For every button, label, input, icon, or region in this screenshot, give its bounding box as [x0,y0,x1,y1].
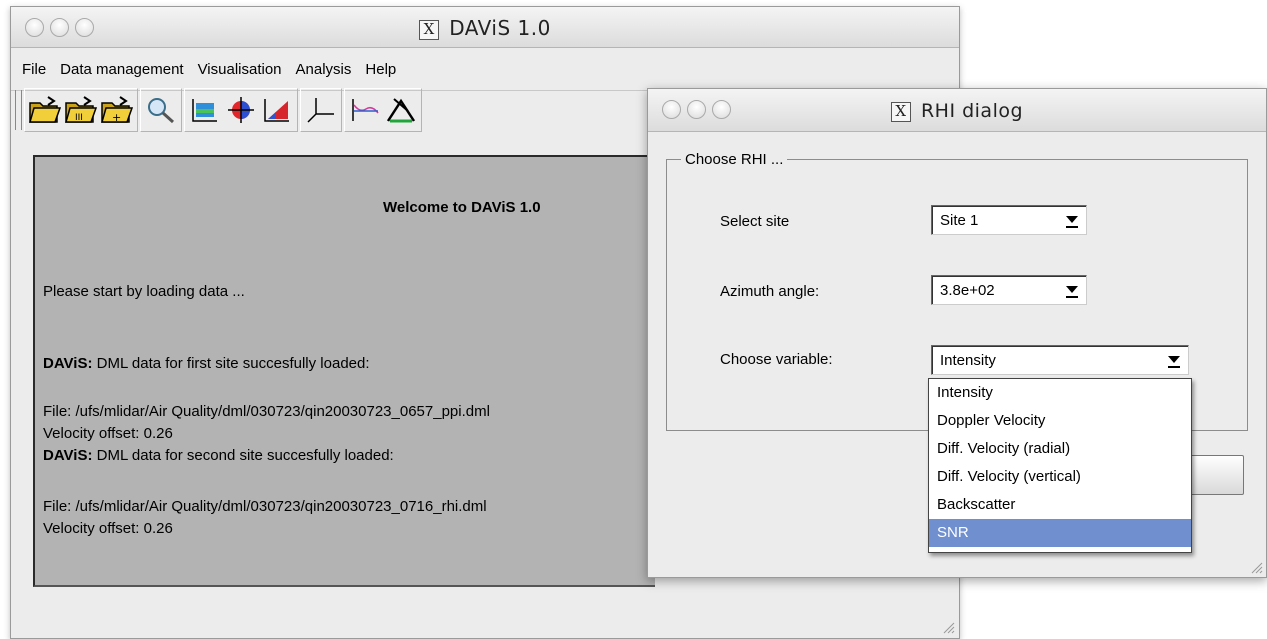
svg-text:III: III [75,113,83,123]
crosshair-icon [228,97,254,123]
option-snr[interactable]: SNR [929,519,1191,547]
log-prefix: DAViS: [43,447,93,464]
option-backscatter[interactable]: Backscatter [929,491,1191,519]
menu-visualisation[interactable]: Visualisation [198,61,282,78]
zoom-icon [148,98,175,124]
crosshair-button[interactable] [223,92,259,128]
chevron-down-icon [1066,216,1078,228]
log-panel: Welcome to DAViS 1.0 Please start by loa… [33,155,655,587]
open-folder-2-button[interactable]: III [63,92,99,128]
option-diff-velocity-vertical[interactable]: Diff. Velocity (vertical) [929,463,1191,491]
toolbar-group-zoom [140,88,182,132]
axes-button[interactable] [303,92,339,128]
dialog-title-text: RHI dialog [920,100,1024,122]
log-text: DML data for first site succesfully load… [92,355,370,372]
menubar: File Data management Visualisation Analy… [11,48,959,91]
variable-select[interactable]: Intensity [931,345,1189,375]
group-label: Choose RHI ... [681,151,788,168]
option-diff-velocity-radial[interactable]: Diff. Velocity (radial) [929,435,1191,463]
log-text: DML data for second site succesfully loa… [92,447,394,464]
resize-grip-icon[interactable] [1249,560,1263,574]
site-select[interactable]: Site 1 [931,205,1087,235]
curve-icon [352,99,379,121]
open-folder-add-button[interactable]: + [99,92,135,128]
toolbar-group-analysis [344,88,422,132]
toolbar-grip[interactable] [15,90,22,130]
main-title-text: DAViS 1.0 [449,16,551,40]
menu-file[interactable]: File [22,61,46,78]
log-message-2: DAViS: DML data for second site succesfu… [43,447,394,464]
toolbar-group-files: III + [24,88,138,132]
chevron-down-icon [1168,356,1180,368]
curve-button[interactable] [347,92,383,128]
log-offset-1: Velocity offset: 0.26 [43,425,173,442]
toolbar-group-views [184,88,298,132]
axes-icon [307,98,334,123]
x11-icon: X [419,20,440,40]
svg-text:+: + [112,111,121,124]
zoom-button[interactable] [143,92,179,128]
menu-analysis[interactable]: Analysis [296,61,352,78]
main-title: X DAViS 1.0 [11,16,959,40]
log-file-1: File: /ufs/mlidar/Air Quality/dml/030723… [43,403,490,420]
triangle-button[interactable] [383,92,419,128]
triangle-icon [386,98,416,123]
variable-dropdown-list: Intensity Doppler Velocity Diff. Velocit… [928,378,1192,553]
option-doppler-velocity[interactable]: Doppler Velocity [929,407,1191,435]
open-folder-2-icon: III [65,96,98,123]
toolbar: III + [15,87,424,133]
image-view-icon [192,99,217,122]
color-triangle-icon [264,99,289,122]
toolbar-group-axes [300,88,342,132]
open-folder-icon [29,96,62,123]
log-offset-2: Velocity offset: 0.26 [43,520,173,537]
open-folder-add-icon: + [101,96,134,124]
open-folder-button[interactable] [27,92,63,128]
x11-icon: X [890,102,911,122]
variable-select-value: Intensity [940,352,996,369]
azimuth-select-value: 3.8e+02 [940,282,995,299]
instruction-text: Please start by loading data ... [43,283,245,300]
site-label: Select site [720,213,790,230]
welcome-heading: Welcome to DAViS 1.0 [383,199,541,216]
log-file-2: File: /ufs/mlidar/Air Quality/dml/030723… [43,498,487,515]
chevron-down-icon [1066,286,1078,298]
azimuth-label: Azimuth angle: [720,283,820,300]
dialog-titlebar[interactable]: X RHI dialog [648,89,1266,132]
log-message-1: DAViS: DML data for first site succesful… [43,355,370,372]
menu-help[interactable]: Help [365,61,396,78]
variable-label: Choose variable: [720,351,833,368]
main-titlebar[interactable]: X DAViS 1.0 [11,7,959,48]
site-select-value: Site 1 [940,212,979,229]
color-triangle-button[interactable] [259,92,295,128]
azimuth-select[interactable]: 3.8e+02 [931,275,1087,305]
option-intensity[interactable]: Intensity [929,379,1191,407]
resize-grip-icon[interactable] [941,620,955,634]
log-prefix: DAViS: [43,355,93,372]
dialog-title: X RHI dialog [648,100,1266,122]
image-view-button[interactable] [187,92,223,128]
menu-data-management[interactable]: Data management [60,61,183,78]
